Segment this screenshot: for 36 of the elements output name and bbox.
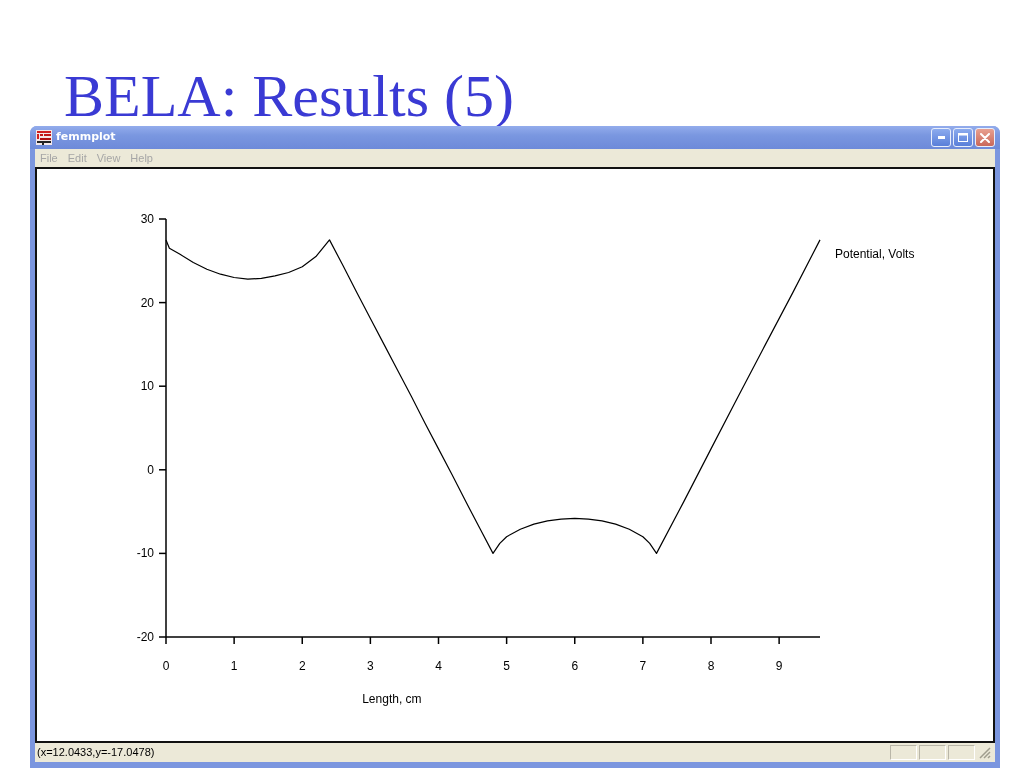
y-tick-label: 0	[147, 462, 154, 477]
close-icon	[980, 132, 990, 143]
x-tick-label: 8	[707, 659, 715, 673]
window-title: femmplot	[56, 129, 116, 146]
status-pane	[919, 745, 946, 760]
status-pane	[890, 745, 917, 760]
menu-item[interactable]: Edit	[62, 152, 92, 164]
minimize-icon	[937, 136, 945, 139]
x-tick-label: 6	[571, 659, 579, 673]
y-tick-label: 30	[140, 212, 154, 226]
x-tick-label: 3	[367, 659, 374, 673]
x-tick-label: 4	[435, 659, 442, 673]
axis-label: Length, cm	[362, 692, 422, 706]
legend-label: Potential, Volts	[835, 246, 915, 261]
menu-item[interactable]: File	[35, 152, 63, 164]
slide-title: BELA: Results (5)	[64, 66, 514, 126]
x-tick-label: 9	[775, 659, 783, 673]
y-tick-label: -20	[136, 630, 154, 644]
maximize-button[interactable]	[953, 128, 973, 147]
x-tick-label: 5	[503, 659, 510, 673]
minimize-button[interactable]	[931, 128, 951, 147]
close-button[interactable]	[975, 128, 995, 147]
app-icon	[36, 130, 52, 145]
y-tick-label: -10	[136, 546, 154, 561]
y-tick-label: 10	[140, 379, 154, 394]
resize-grip-icon	[979, 746, 991, 759]
menu-item[interactable]: View	[91, 152, 126, 164]
menu-item[interactable]: Help	[125, 152, 158, 164]
y-tick-label: 20	[140, 295, 154, 310]
x-tick-label: 1	[230, 659, 238, 673]
status-text: (x=12.0433,y=-17.0478)	[37, 745, 156, 761]
x-tick-label: 2	[298, 659, 306, 673]
x-tick-label: 0	[162, 659, 170, 673]
x-tick-label: 7	[639, 659, 647, 673]
status-pane	[948, 745, 975, 760]
maximize-icon	[958, 133, 968, 142]
